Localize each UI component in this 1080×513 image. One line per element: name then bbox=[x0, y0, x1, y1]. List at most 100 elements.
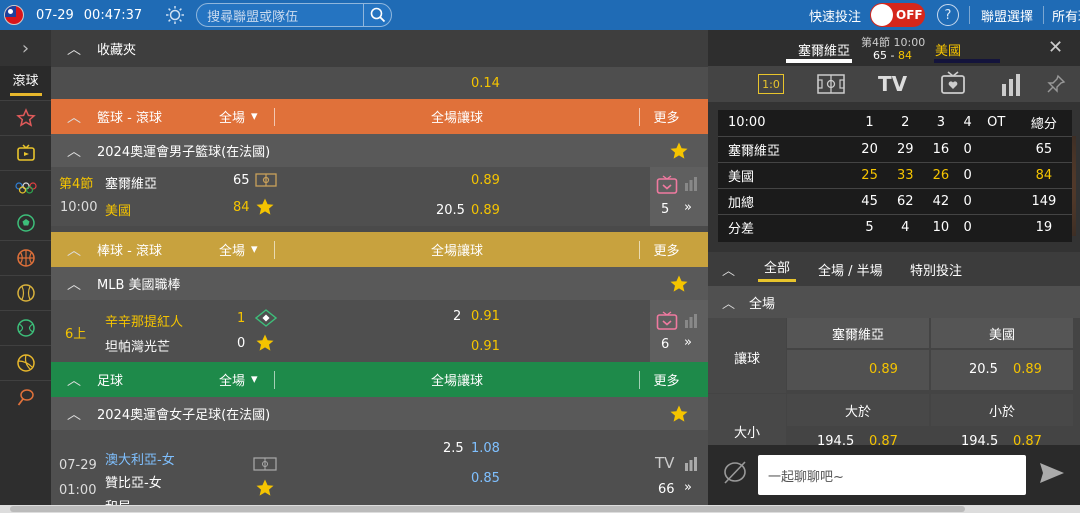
help-icon[interactable]: ? bbox=[937, 4, 959, 26]
away-team[interactable]: 坦帕灣光芒 bbox=[105, 336, 170, 355]
home-team[interactable]: 辛辛那提紅人 bbox=[105, 311, 183, 330]
period-dropdown[interactable]: 全場 ▾ bbox=[219, 240, 274, 259]
double-chevron-right-icon[interactable]: » bbox=[684, 200, 692, 215]
star-icon[interactable] bbox=[650, 274, 708, 294]
league-header[interactable]: ︿ MLB 美國職棒 bbox=[51, 267, 708, 300]
tab-full-half[interactable]: 全場 / 半場 bbox=[818, 260, 883, 279]
home-team[interactable]: 澳大利亞-女 bbox=[105, 449, 175, 468]
more-markets-count[interactable]: 66 bbox=[658, 482, 675, 497]
badminton-icon[interactable] bbox=[0, 380, 51, 415]
star-icon[interactable] bbox=[650, 141, 708, 161]
chevron-up-icon[interactable]: ︿ bbox=[51, 240, 97, 260]
search-box[interactable]: 搜尋聯盟或隊伍 bbox=[196, 3, 393, 27]
chevron-up-icon[interactable]: ︿ bbox=[51, 370, 97, 390]
home-team[interactable]: 塞爾維亞 bbox=[105, 173, 157, 192]
handicap-away-odds[interactable]: 0.89 bbox=[1013, 362, 1042, 377]
away-team[interactable]: 美國 bbox=[105, 200, 131, 219]
more-button[interactable]: 更多 bbox=[640, 107, 693, 126]
scrollbar-thumb[interactable] bbox=[10, 506, 965, 512]
league-header[interactable]: ︿ 2024奧運會男子籃球(在法國) bbox=[51, 134, 708, 167]
live-tv-icon[interactable] bbox=[656, 175, 678, 199]
baseball-diamond-icon[interactable] bbox=[254, 309, 278, 331]
handicap-odds-home[interactable]: 0.89 bbox=[471, 173, 500, 188]
under-odds[interactable]: 0.87 bbox=[1013, 434, 1042, 445]
chat-input[interactable]: 一起聊聊吧~ bbox=[758, 455, 1026, 495]
double-chevron-right-icon[interactable]: » bbox=[684, 335, 692, 350]
favorites-header[interactable]: ︿ 收藏夾 bbox=[51, 30, 708, 67]
star-icon[interactable] bbox=[255, 333, 275, 357]
horizontal-scrollbar[interactable] bbox=[0, 505, 1080, 513]
live-tv-icon[interactable] bbox=[940, 71, 966, 99]
double-chevron-right-icon[interactable]: » bbox=[684, 480, 692, 495]
away-team[interactable]: 贊比亞-女 bbox=[105, 472, 162, 491]
all-sports-button[interactable]: 所有球 bbox=[1052, 6, 1080, 25]
tab-score[interactable]: 1:0 bbox=[758, 74, 784, 94]
handicap-odds-home[interactable]: 0.91 bbox=[471, 309, 500, 324]
section-baseball-live[interactable]: ︿ 棒球 - 滾球 全場 ▾ 全場讓球 更多 bbox=[51, 232, 708, 267]
chat-disabled-icon[interactable] bbox=[722, 460, 748, 490]
match-row[interactable]: 第4節 10:00 塞爾維亞 美國 65 84 0.89 20.5 0.89 5… bbox=[51, 167, 708, 226]
chevron-up-icon[interactable]: ︿ bbox=[722, 260, 735, 279]
league-select-button[interactable]: 聯盟選擇 bbox=[981, 6, 1033, 25]
court-icon[interactable] bbox=[255, 172, 277, 192]
tv-icon[interactable] bbox=[0, 135, 51, 170]
stats-icon[interactable] bbox=[684, 457, 698, 475]
handicap-odds-away[interactable]: 0.91 bbox=[471, 339, 500, 354]
handicap-odds-away[interactable]: 0.89 bbox=[471, 203, 500, 218]
more-markets-count[interactable]: 5 bbox=[661, 202, 669, 217]
quick-bet-toggle[interactable]: OFF bbox=[870, 3, 925, 27]
handicap-home-odds[interactable]: 0.89 bbox=[869, 362, 898, 377]
tennis-icon[interactable] bbox=[0, 310, 51, 345]
over-cell[interactable]: 194.5 0.87 bbox=[787, 428, 929, 445]
handicap-odds-home[interactable]: 1.08 bbox=[471, 441, 500, 456]
pitch-icon[interactable] bbox=[253, 457, 277, 475]
search-input[interactable]: 搜尋聯盟或隊伍 bbox=[197, 6, 363, 25]
search-icon[interactable] bbox=[363, 4, 391, 26]
chevron-up-icon[interactable]: ︿ bbox=[51, 274, 97, 294]
chevron-right-icon[interactable]: › bbox=[0, 30, 51, 66]
star-icon[interactable] bbox=[255, 478, 275, 502]
period-dropdown[interactable]: 全場 ▾ bbox=[219, 370, 274, 389]
send-icon[interactable] bbox=[1038, 461, 1066, 489]
handicap-odds-away[interactable]: 0.85 bbox=[471, 471, 500, 486]
league-header[interactable]: ︿ 2024奧運會女子足球(在法國) bbox=[51, 397, 708, 430]
more-button[interactable]: 更多 bbox=[640, 240, 693, 259]
stats-icon[interactable] bbox=[1000, 74, 1022, 100]
odds-value[interactable]: 0.14 bbox=[471, 76, 500, 91]
sidebar-item-live[interactable]: 滾球 bbox=[0, 66, 51, 100]
tv-label[interactable]: TV bbox=[655, 454, 674, 472]
chevron-up-icon[interactable]: ︿ bbox=[51, 107, 97, 127]
tab-special[interactable]: 特別投注 bbox=[910, 260, 962, 279]
chevron-up-icon[interactable]: ︿ bbox=[51, 39, 97, 59]
live-tv-icon[interactable] bbox=[656, 311, 678, 335]
section-basketball-live[interactable]: ︿ 籃球 - 滾球 全場 ▾ 全場讓球 更多 bbox=[51, 99, 708, 134]
close-icon[interactable]: ✕ bbox=[1048, 37, 1063, 58]
period-dropdown[interactable]: 全場 ▾ bbox=[219, 107, 274, 126]
chevron-up-icon[interactable]: ︿ bbox=[51, 404, 97, 424]
more-button[interactable]: 更多 bbox=[640, 370, 693, 389]
taiwan-flag-icon[interactable] bbox=[4, 5, 24, 25]
under-cell[interactable]: 194.5 0.87 bbox=[931, 428, 1073, 445]
section-soccer[interactable]: ︿ 足球 全場 ▾ 全場讓球 更多 bbox=[51, 362, 708, 397]
olympics-icon[interactable] bbox=[0, 170, 51, 205]
sun-icon[interactable] bbox=[164, 4, 186, 26]
baseball-icon[interactable] bbox=[0, 275, 51, 310]
more-markets-count[interactable]: 6 bbox=[661, 337, 669, 352]
match-row[interactable]: 6上 辛辛那提紅人 坦帕灣光芒 1 0 2 0.91 0.91 6 » bbox=[51, 300, 708, 362]
tab-all[interactable]: 全部 bbox=[764, 257, 790, 276]
field-icon[interactable] bbox=[817, 74, 845, 98]
tab-tv[interactable]: TV bbox=[878, 72, 907, 96]
match-row[interactable]: 07-29 01:00 澳大利亞-女 贊比亞-女 和局 2.5 1.08 0.8… bbox=[51, 430, 708, 505]
star-icon[interactable] bbox=[255, 197, 275, 221]
handicap-home-cell[interactable]: 0.89 bbox=[787, 350, 929, 390]
chevron-up-icon[interactable]: ︿ bbox=[722, 293, 735, 312]
pin-icon[interactable] bbox=[1046, 74, 1066, 98]
chevron-up-icon[interactable]: ︿ bbox=[51, 141, 97, 161]
star-icon[interactable] bbox=[0, 100, 51, 135]
handicap-away-cell[interactable]: 20.5 0.89 bbox=[931, 350, 1073, 390]
star-icon[interactable] bbox=[650, 404, 708, 424]
stats-icon[interactable] bbox=[684, 314, 698, 332]
basketball-icon[interactable] bbox=[0, 240, 51, 275]
volleyball-icon[interactable] bbox=[0, 345, 51, 380]
stats-icon[interactable] bbox=[684, 177, 698, 195]
